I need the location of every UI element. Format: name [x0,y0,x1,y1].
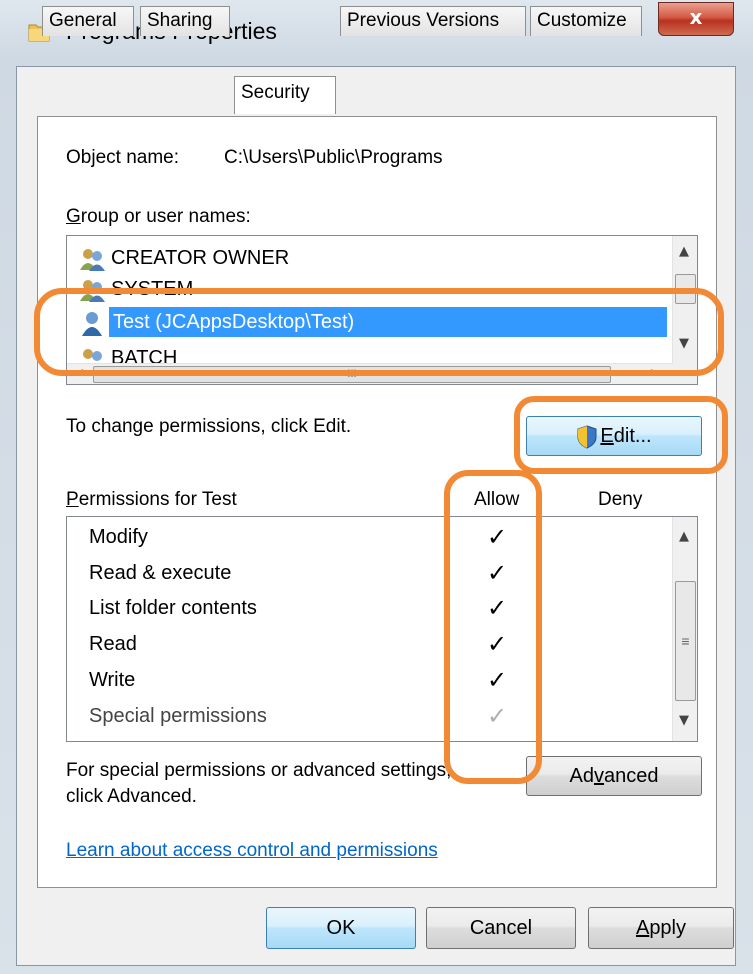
tab-sharing[interactable]: Sharing [140,6,230,36]
scroll-thumb[interactable]: III [93,366,611,383]
tab-general[interactable]: General [42,6,134,36]
tab-label: Previous Versions [347,10,500,31]
change-permissions-hint: To change permissions, click Edit. [66,416,352,437]
group-icon [80,248,105,271]
permission-row: Read ✓ [67,626,697,662]
apply-button[interactable]: Apply [588,907,734,949]
scroll-right-icon[interactable]: ► [651,365,661,380]
object-name-label: Object name: [66,147,179,168]
permission-name: Modify [89,526,148,548]
tab-label: Customize [537,10,627,31]
allow-check-icon: ✓ [487,630,508,658]
advanced-hint-line2: click Advanced. [66,786,197,807]
scroll-left-icon[interactable]: ◄ [73,365,83,380]
allow-column-header: Allow [474,489,520,510]
edit-label-accel: E [600,425,614,447]
permission-row: Write ✓ [67,662,697,698]
scroll-down-icon[interactable]: ▼ [679,713,689,728]
learn-access-control-link[interactable]: Learn about access control and permissio… [66,840,438,862]
scroll-down-icon[interactable]: ▼ [679,336,689,351]
deny-column-header: Deny [598,489,643,510]
scroll-up-icon[interactable]: ▲ [679,244,689,259]
edit-button[interactable]: Edit... [526,416,702,456]
group-list-label: Group or user names: [66,206,251,227]
list-item[interactable]: SYSTEM [67,274,193,302]
permission-name: List folder contents [89,597,257,619]
permission-name: Read [89,633,137,655]
permission-row: Special permissions ✓ [67,698,697,734]
permission-row: Read & execute ✓ [67,555,697,591]
scroll-grip: ≡ [681,633,690,649]
group-icon [80,279,105,302]
allow-check-icon: ✓ [487,666,508,694]
properties-window: Programs Properties x General Sharing Pr… [0,0,753,974]
user-icon [82,311,102,336]
list-item[interactable]: BATCH [67,340,177,371]
edit-label-rest: dit... [613,425,652,447]
advanced-label-accel: v [593,765,604,787]
close-icon: x [689,5,703,29]
tab-label: Sharing [147,10,213,31]
permission-name: Write [89,669,136,691]
tab-label: Security [241,82,310,103]
list-item[interactable]: CREATOR OWNER [67,242,289,274]
advanced-hint-line1: For special permissions or advanced sett… [66,760,452,781]
advanced-label-rest: anced [603,765,659,787]
user-name: SYSTEM [111,278,194,300]
allow-check-icon: ✓ [487,559,508,587]
permissions-vertical-scrollbar[interactable]: ▲ ≡ ▼ [672,517,697,741]
permission-row: List folder contents ✓ [67,590,697,626]
allow-check-icon-disabled: ✓ [487,702,508,730]
permission-name: Read & execute [89,562,232,584]
group-user-list[interactable]: CREATOR OWNER SYSTEM Test (JCAppsDesktop… [66,235,698,385]
object-name-value: C:\Users\Public\Programs [224,147,443,168]
advanced-label-prefix: Ad [569,765,594,787]
list-item-selected[interactable]: Test (JCAppsDesktop\Test) [67,306,667,338]
ok-label: OK [326,917,356,939]
close-button[interactable]: x [658,2,734,36]
cancel-button[interactable]: Cancel [426,907,576,949]
tab-security[interactable]: Security [234,76,336,114]
scroll-up-icon[interactable]: ▲ [679,529,689,544]
permission-name: Special permissions [89,705,267,727]
scroll-grip: III [347,368,357,380]
cancel-label: Cancel [469,917,533,939]
tab-label: General [49,10,117,31]
permission-row: Modify ✓ [67,519,697,555]
permissions-label: Permissions for Test [66,489,237,510]
permissions-list[interactable]: Modify ✓ Read & execute ✓ List folder co… [66,516,698,742]
apply-label-accel: A [635,917,650,939]
tab-previous-versions[interactable]: Previous Versions [340,6,526,36]
scroll-thumb[interactable] [675,274,696,304]
tab-customize[interactable]: Customize [530,6,642,36]
ok-button[interactable]: OK [266,907,416,949]
apply-label-rest: pply [649,917,687,939]
allow-check-icon: ✓ [487,523,508,551]
group-list-horizontal-scrollbar[interactable]: ◄ III ► [67,363,673,384]
scroll-thumb[interactable]: ≡ [675,581,696,701]
allow-check-icon: ✓ [487,594,508,622]
shield-icon [577,425,597,449]
user-name: Test (JCAppsDesktop\Test) [109,307,667,337]
group-list-vertical-scrollbar[interactable]: ▲ ▼ [672,236,697,384]
advanced-button[interactable]: Advanced [526,756,702,796]
user-name: CREATOR OWNER [111,247,290,269]
